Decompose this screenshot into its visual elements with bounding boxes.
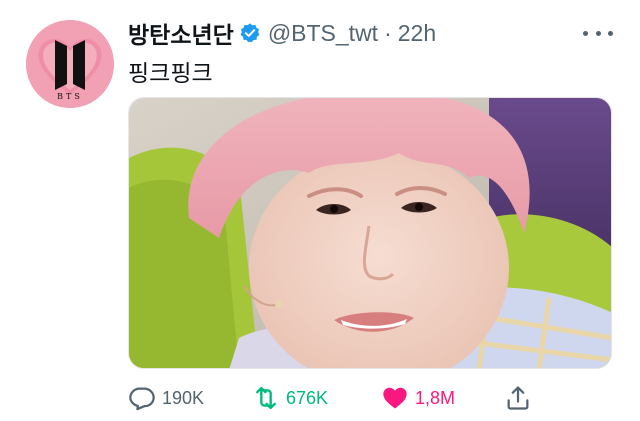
more-icon[interactable] — [583, 23, 613, 43]
retweet-button[interactable]: 676K — [252, 380, 328, 416]
like-count: 1,8M — [415, 387, 456, 408]
reply-count: 190K — [162, 387, 205, 408]
share-button[interactable] — [504, 380, 532, 416]
tweet[interactable]: BTS 방탄소년단 @BTS_twt · 22h 핑크핑크 190K 676K … — [0, 0, 640, 421]
reply-icon — [129, 387, 155, 411]
avatar[interactable]: BTS — [26, 20, 114, 108]
reply-button[interactable]: 190K — [128, 380, 204, 416]
display-name[interactable]: 방탄소년단 — [128, 16, 234, 50]
heart-icon — [383, 387, 407, 409]
tweet-text: 핑크핑크 — [128, 61, 213, 87]
tweet-header: 방탄소년단 @BTS_twt · 22h — [128, 16, 436, 50]
user-handle[interactable]: @BTS_twt — [268, 20, 378, 47]
share-icon — [507, 386, 529, 410]
separator-dot: · — [384, 19, 392, 46]
verified-badge-icon — [239, 22, 261, 44]
retweet-icon — [256, 386, 276, 410]
retweet-count: 676K — [286, 387, 329, 408]
avatar-label: BTS — [57, 92, 83, 101]
bts-logo-image: BTS — [26, 20, 114, 108]
tweet-photo[interactable] — [128, 97, 612, 369]
like-button[interactable]: 1,8M — [381, 380, 455, 416]
timestamp[interactable]: 22h — [398, 20, 436, 47]
tweet-actions: 190K 676K 1,8M — [128, 380, 612, 416]
selfie-photo-image — [129, 98, 611, 368]
